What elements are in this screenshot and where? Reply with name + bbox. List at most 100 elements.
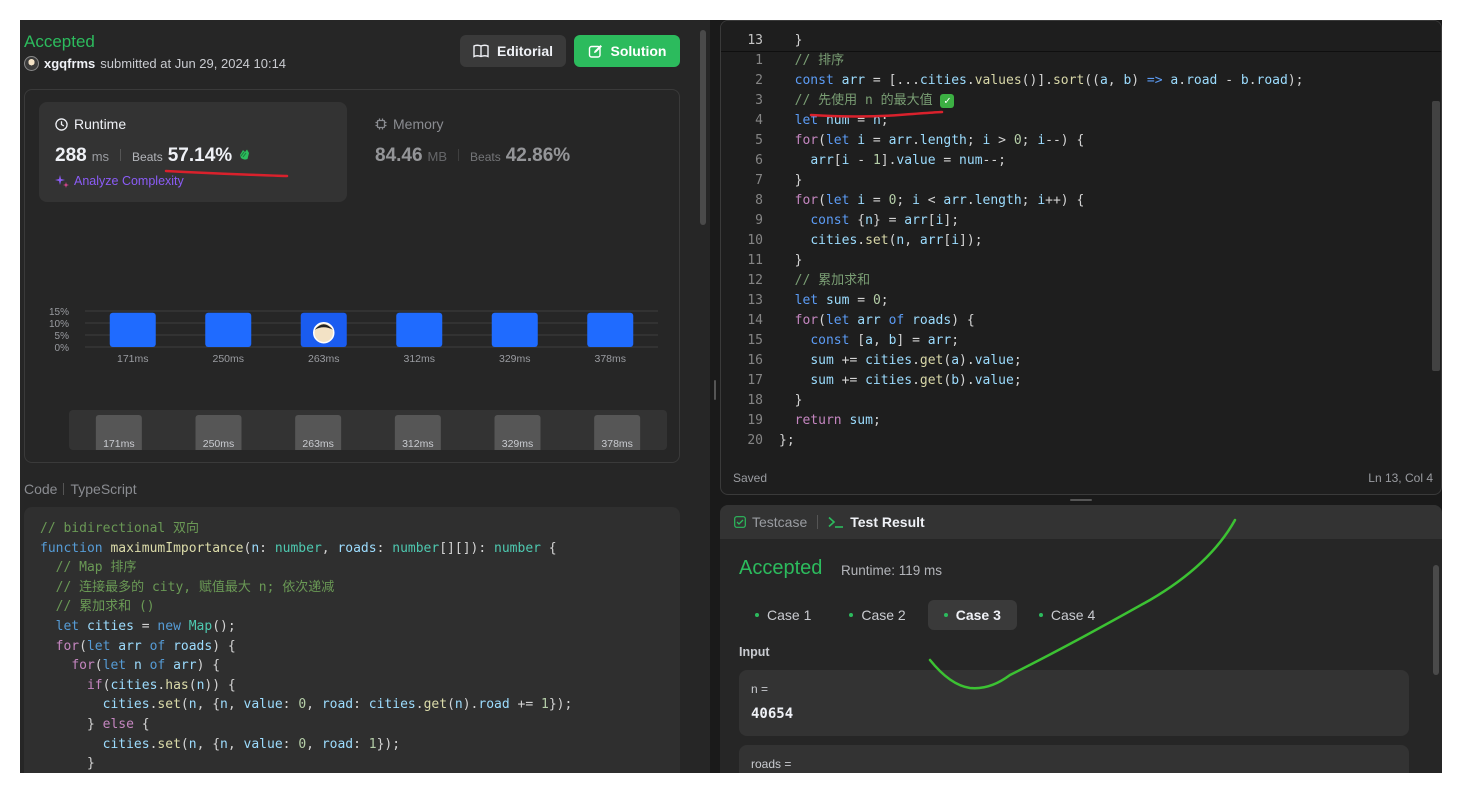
chip-icon <box>375 118 387 130</box>
editor-line[interactable]: 13 let sum = 0; <box>721 291 1441 311</box>
code-token: i <box>857 133 866 148</box>
code-token: 0 <box>1013 133 1022 148</box>
submission-panel: Accepted xgqfrms submitted at Jun 29, 20… <box>20 20 710 773</box>
tab-testcase[interactable]: Testcase <box>734 514 807 530</box>
tab-test-result[interactable]: Test Result <box>828 514 925 530</box>
tab-case-4[interactable]: Case 4 <box>1023 600 1111 630</box>
chart-range-navigator[interactable]: 171ms 250ms 263ms 312ms 329ms 378ms <box>69 410 667 450</box>
editor-line[interactable]: 1 // 排序 <box>721 51 1441 71</box>
code-token: ; <box>1013 353 1022 368</box>
code-token: ; <box>1021 133 1038 148</box>
runtime-box[interactable]: Runtime 288 ms Beats 57.14% Analyze Comp… <box>39 102 347 202</box>
splitter-handle[interactable] <box>1070 499 1092 501</box>
code-token: sum <box>810 373 834 388</box>
code-line: } <box>40 754 664 773</box>
code-token: n <box>133 658 150 674</box>
code-token: number <box>392 540 440 556</box>
editor-line[interactable]: 18 } <box>721 391 1441 411</box>
code-token: has <box>165 677 189 693</box>
sticky-scroll-line[interactable]: 13 } <box>721 31 1441 51</box>
line-number: 17 <box>747 373 763 388</box>
tab-case-2[interactable]: Case 2 <box>833 600 921 630</box>
editor-line[interactable]: 12 // 累加求和 <box>721 271 1441 291</box>
editor-scrollbar[interactable] <box>1432 101 1440 371</box>
code-token: i <box>1037 133 1046 148</box>
code-token: n <box>188 697 197 713</box>
tab-testcase-label: Testcase <box>752 514 808 530</box>
tab-case-3[interactable]: Case 3 <box>927 600 1017 630</box>
editor-line[interactable]: 17 sum += cities.get(b).value; <box>721 371 1441 391</box>
code-token: ) { <box>212 638 236 654</box>
code-token: set <box>865 233 889 248</box>
avatar[interactable] <box>24 56 39 71</box>
editor-line[interactable]: 20}; <box>721 431 1441 451</box>
code-token: values <box>974 73 1022 88</box>
splitter-handle[interactable] <box>714 380 716 400</box>
code-token: [ <box>857 333 866 348</box>
code-token: , <box>872 333 889 348</box>
code-token: roads <box>173 638 213 654</box>
code-token: : <box>353 736 369 752</box>
code-token: cities <box>86 618 134 634</box>
editor-line[interactable]: 19 return sum; <box>721 411 1441 431</box>
editor-line[interactable]: 9 const {n} = arr[i]; <box>721 211 1441 231</box>
editor-line[interactable]: 6 arr[i - 1].value = num--; <box>721 151 1441 171</box>
left-scrollbar[interactable] <box>700 30 706 225</box>
solution-button[interactable]: Solution <box>574 35 680 67</box>
code-token: : <box>353 697 369 713</box>
cursor-position[interactable]: Ln 13, Col 4 <box>1368 471 1433 485</box>
code-token: . <box>966 73 975 88</box>
code-token: // 先使用 n 的最大值 <box>794 93 941 108</box>
username[interactable]: xgqfrms <box>44 56 95 71</box>
memory-value-row: 84.46 MB Beats 42.86% <box>375 145 570 167</box>
code-token: cities <box>102 697 150 713</box>
line-source: sum += cities.get(b).value; <box>779 371 1021 391</box>
editor-line[interactable]: 15 const [a, b] = arr; <box>721 331 1441 351</box>
code-token: // 排序 <box>794 53 845 68</box>
code-token: road <box>321 697 354 713</box>
submitted-code-block[interactable]: // bidirectional 双向 function maximumImpor… <box>24 507 680 773</box>
code-token: let <box>86 638 119 654</box>
input-param-n[interactable]: n = 40654 <box>739 670 1409 736</box>
code-token: Map <box>188 618 213 634</box>
code-token: // 连接最多的 city, 赋值最大 n; 依次递减 <box>55 579 335 595</box>
performance-card: Runtime 288 ms Beats 57.14% Analyze Comp… <box>24 89 680 463</box>
bar <box>109 312 156 347</box>
analyze-complexity-link[interactable]: Analyze Complexity <box>55 174 184 188</box>
editor-line[interactable]: 14 for(let arr of roads) { <box>721 311 1441 331</box>
code-token: ( <box>447 697 455 713</box>
code-token: maximumImportance <box>110 540 244 556</box>
editor-line[interactable]: 3 // 先使用 n 的最大值 ✓ <box>721 91 1441 111</box>
editor-line[interactable]: 8 for(let i = 0; i < arr.length; i++) { <box>721 191 1441 211</box>
code-line: if(cities.has(n)) { <box>40 676 664 696</box>
code-token: . <box>857 233 866 248</box>
code-token: const <box>810 213 858 228</box>
x-tick-label: 250ms <box>212 353 244 365</box>
editor-line[interactable]: 7 } <box>721 171 1441 191</box>
editorial-button[interactable]: Editorial <box>460 35 566 67</box>
divider <box>63 483 65 495</box>
code-token: < <box>919 193 944 208</box>
input-param-roads[interactable]: roads = <box>739 745 1409 773</box>
memory-box[interactable]: Memory 84.46 MB Beats 42.86% <box>359 102 659 202</box>
editor-line[interactable]: 10 cities.set(n, arr[i]); <box>721 231 1441 251</box>
code-token: road <box>478 697 510 713</box>
editor-line[interactable]: 5 for(let i = arr.length; i > 0; i--) { <box>721 131 1441 151</box>
code-token: number <box>494 540 541 556</box>
code-token: . <box>912 353 920 368</box>
code-token: i <box>857 193 866 208</box>
terminal-icon <box>828 516 844 528</box>
code-editor[interactable]: 13 } 1 // 排序 2 const arr = [...cities.valu… <box>720 20 1442 495</box>
editor-line[interactable]: 16 sum += cities.get(a).value; <box>721 351 1441 371</box>
editor-line[interactable]: 2 const arr = [...cities.values()].sort(… <box>721 71 1441 91</box>
code-token: }; <box>779 433 795 448</box>
code-token: += <box>833 373 866 388</box>
editor-lines[interactable]: 13 } 1 // 排序 2 const arr = [...cities.valu… <box>721 31 1441 451</box>
tab-case-1[interactable]: Case 1 <box>739 600 827 630</box>
code-token: = <box>133 618 158 634</box>
editor-line[interactable]: 11 } <box>721 251 1441 271</box>
results-scrollbar[interactable] <box>1433 565 1439 675</box>
